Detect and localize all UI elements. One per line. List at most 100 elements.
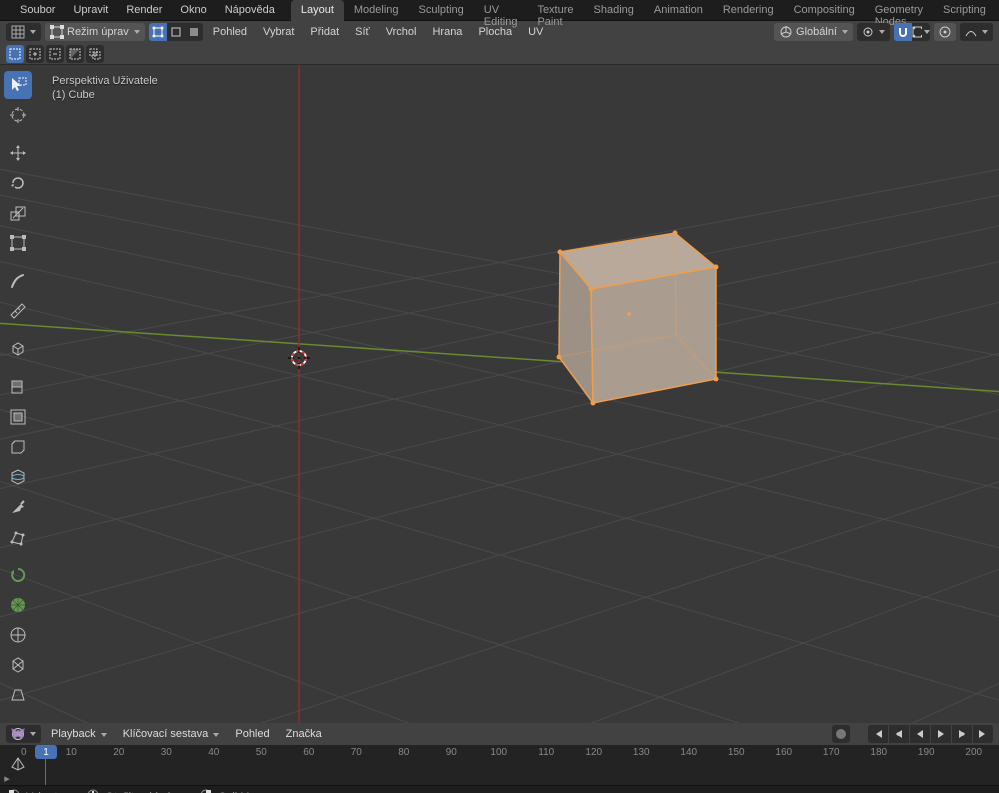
status-rotate: Otočit pohled <box>87 789 170 793</box>
vertex-select-button[interactable] <box>149 23 167 41</box>
select-extend-button[interactable] <box>26 45 44 63</box>
timeline-track[interactable]: 0 10 20 30 40 50 60 70 80 90 100 110 120… <box>0 745 999 785</box>
tool-rip-edge[interactable] <box>4 749 32 777</box>
chevron-down-icon <box>101 733 107 737</box>
tab-sculpting[interactable]: Sculpting <box>409 0 474 21</box>
menu-edge[interactable]: Hrana <box>426 26 468 38</box>
menu-add[interactable]: Přidat <box>304 26 345 38</box>
chevron-down-icon <box>30 30 36 34</box>
menu-tl-view[interactable]: Pohled <box>229 728 275 740</box>
menu-marker[interactable]: Značka <box>280 728 328 740</box>
next-keyframe-button[interactable] <box>952 725 972 743</box>
face-select-button[interactable] <box>185 23 203 41</box>
tool-edge-slide[interactable] <box>4 621 32 649</box>
menu-window[interactable]: Okno <box>172 1 214 19</box>
menu-keying[interactable]: Klíčovací sestava <box>117 728 226 740</box>
tool-add-cube[interactable] <box>4 335 32 363</box>
tool-measure[interactable] <box>4 297 32 325</box>
auto-key-toggle[interactable] <box>832 725 850 743</box>
tab-shading[interactable]: Shading <box>584 0 644 21</box>
tool-shrink-fatten[interactable] <box>4 651 32 679</box>
proportional-edit-toggle[interactable] <box>934 23 956 41</box>
toolbar <box>4 71 32 777</box>
workspace-tabs: Layout Modeling Sculpting UV Editing Tex… <box>291 0 999 21</box>
main-menu-bar: Soubor Upravit Render Okno Nápověda Layo… <box>0 0 999 21</box>
tool-annotate[interactable] <box>4 267 32 295</box>
editor-type-dropdown[interactable] <box>6 23 41 41</box>
tick: 180 <box>855 747 903 758</box>
tick: 130 <box>618 747 666 758</box>
menu-mesh[interactable]: Síť <box>349 26 376 38</box>
play-reverse-button[interactable] <box>910 725 930 743</box>
select-set-button[interactable] <box>6 45 24 63</box>
snap-group <box>894 23 930 41</box>
tool-rotate[interactable] <box>4 169 32 197</box>
jump-to-end-button[interactable] <box>973 725 993 743</box>
tool-smooth[interactable] <box>4 591 32 619</box>
select-intersect-button[interactable] <box>86 45 104 63</box>
tool-transform[interactable] <box>4 229 32 257</box>
menu-select[interactable]: Vybrat <box>257 26 300 38</box>
tick: 150 <box>713 747 761 758</box>
menu-file[interactable]: Soubor <box>12 1 63 19</box>
tool-select-box[interactable] <box>4 71 32 99</box>
orientation-dropdown[interactable]: Globální <box>774 23 853 41</box>
tool-extrude-region[interactable] <box>4 373 32 401</box>
chevron-down-icon <box>213 733 219 737</box>
menu-help[interactable]: Nápověda <box>217 1 283 19</box>
menu-face[interactable]: Plocha <box>472 26 518 38</box>
perspective-label: Perspektiva Uživatele <box>52 74 158 88</box>
snap-toggle[interactable] <box>894 23 912 41</box>
select-subtract-button[interactable] <box>46 45 64 63</box>
prev-keyframe-button[interactable] <box>889 725 909 743</box>
menu-render[interactable]: Render <box>118 1 170 19</box>
tool-scale[interactable] <box>4 199 32 227</box>
tick: 100 <box>475 747 523 758</box>
play-button[interactable] <box>931 725 951 743</box>
status-bar: Vybrat Otočit pohled Call Menu <box>0 785 999 793</box>
menu-view[interactable]: Pohled <box>207 26 253 38</box>
playhead[interactable]: 1 <box>45 745 46 785</box>
select-invert-button[interactable] <box>66 45 84 63</box>
tool-move[interactable] <box>4 139 32 167</box>
tool-loop-cut[interactable] <box>4 463 32 491</box>
3d-viewport[interactable]: Perspektiva Uživatele (1) Cube <box>0 65 999 723</box>
edge-select-button[interactable] <box>167 23 185 41</box>
mode-dropdown[interactable]: Režim úprav <box>45 23 145 41</box>
tab-scripting[interactable]: Scripting <box>933 0 996 21</box>
tab-uv-editing[interactable]: UV Editing <box>474 0 528 21</box>
menu-vertex[interactable]: Vrchol <box>380 26 423 38</box>
knife-icon <box>9 498 27 516</box>
tool-poly-build[interactable] <box>4 523 32 551</box>
jump-to-start-button[interactable] <box>868 725 888 743</box>
tick: 190 <box>903 747 951 758</box>
tool-spin[interactable] <box>4 561 32 589</box>
skip-start-icon <box>873 729 883 739</box>
select-invert-icon <box>69 48 81 60</box>
edge-icon <box>170 26 182 38</box>
tab-animation[interactable]: Animation <box>644 0 713 21</box>
tool-knife[interactable] <box>4 493 32 521</box>
extrude-icon <box>9 378 27 396</box>
timeline-ruler: 0 10 20 30 40 50 60 70 80 90 100 110 120… <box>0 747 999 758</box>
tool-rip-region[interactable] <box>4 719 32 747</box>
tab-geometry-nodes[interactable]: Geometry Nodes <box>865 0 933 21</box>
menu-edit[interactable]: Upravit <box>65 1 116 19</box>
tool-bevel[interactable] <box>4 433 32 461</box>
tick: 30 <box>143 747 191 758</box>
tab-rendering[interactable]: Rendering <box>713 0 784 21</box>
proportional-falloff-dropdown[interactable] <box>960 23 993 41</box>
tool-header <box>0 43 999 65</box>
tool-shear[interactable] <box>4 681 32 709</box>
tab-compositing[interactable]: Compositing <box>784 0 865 21</box>
snap-dropdown[interactable] <box>912 23 930 41</box>
tab-modeling[interactable]: Modeling <box>344 0 409 21</box>
menu-uv[interactable]: UV <box>522 26 549 38</box>
tab-layout[interactable]: Layout <box>291 0 344 21</box>
pivot-dropdown[interactable] <box>857 23 890 41</box>
menu-playback[interactable]: Playback <box>45 728 113 740</box>
tab-texture-paint[interactable]: Texture Paint <box>527 0 583 21</box>
tool-inset-faces[interactable] <box>4 403 32 431</box>
grid-icon <box>11 25 25 39</box>
tool-cursor[interactable] <box>4 101 32 129</box>
